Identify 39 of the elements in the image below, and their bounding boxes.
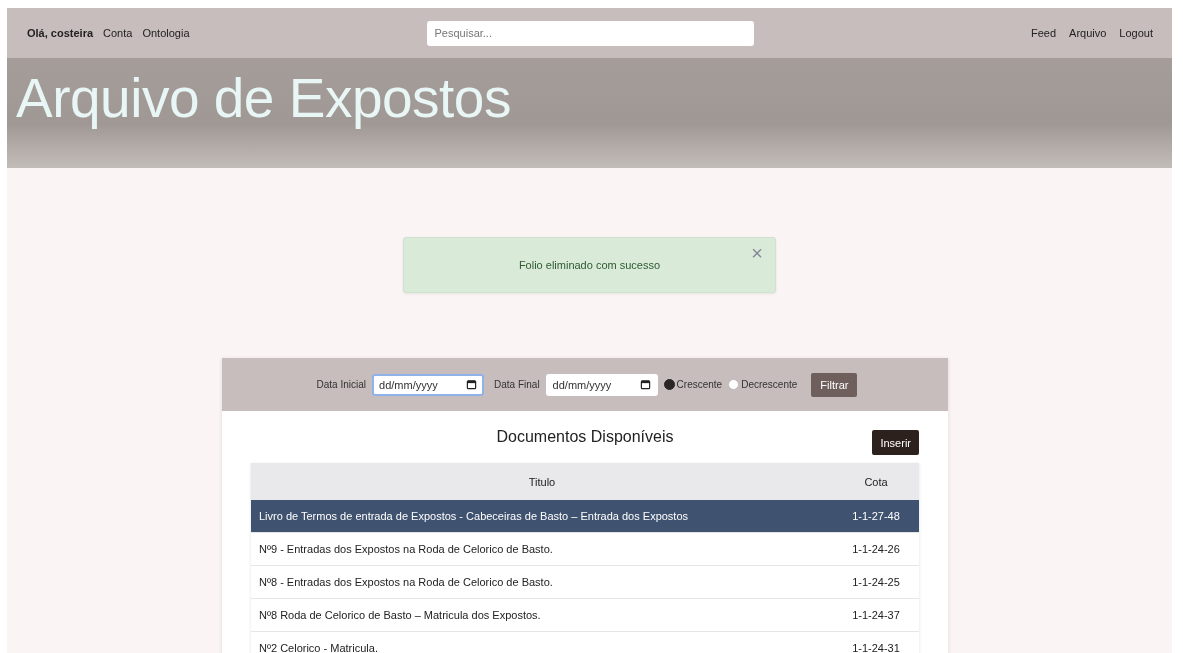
calendar-icon[interactable] [466, 379, 478, 390]
table-cell: 1-1-24-25 [833, 565, 919, 599]
field-label: Data Inicial [316, 379, 367, 390]
nav-link[interactable]: Conta [103, 27, 133, 39]
filter-button[interactable]: Filtrar [811, 372, 858, 397]
table-cell: Nº9 - Entradas dos Expostos na Roda de Celorico de Basto. [251, 532, 833, 566]
radio-button[interactable] [728, 379, 740, 390]
column-header: Titulo [251, 463, 833, 500]
nav-link[interactable]: Feed [1030, 27, 1057, 39]
table-row[interactable]: Nº8 - Entradas dos Expostos na Roda de Celorico de Basto. 1-1-24-25 [251, 565, 919, 599]
nav-link[interactable]: Ontologia [142, 27, 190, 39]
date-field[interactable]: dd/mm/yyyy [545, 373, 658, 396]
page-title: Arquivo de Expostos [15, 66, 511, 131]
calendar-icon[interactable] [639, 379, 651, 390]
table-row[interactable]: Livro de Termos de entrada de Expostos - Cabeceiras de Basto – Entrada dos Expostos 1-1-27-48 [251, 500, 919, 533]
date-field[interactable]: dd/mm/yyyy [372, 373, 485, 396]
radio-label[interactable]: Crescente [676, 379, 723, 390]
table-row[interactable]: Nº2 Celorico - Matricula. 1-1-24-31 [251, 631, 919, 653]
greeting-link[interactable]: Olá, costeira [27, 27, 94, 39]
table-row[interactable]: Nº8 Roda de Celorico de Basto – Matricula dos Expostos. 1-1-24-37 [251, 598, 919, 632]
field-label: Data Final [494, 379, 540, 390]
section-title: Documentos Disponíveis [496, 428, 674, 446]
table-cell: Nº8 - Entradas dos Expostos na Roda de Celorico de Basto. [251, 565, 833, 599]
table-cell: Nº8 Roda de Celorico de Basto – Matricula dos Expostos. [251, 598, 833, 632]
table-cell: 1-1-27-48 [833, 500, 919, 533]
radio-button[interactable] [663, 379, 675, 390]
table-row[interactable]: Nº9 - Entradas dos Expostos na Roda de Celorico de Basto. 1-1-24-26 [251, 532, 919, 566]
table-cell: 1-1-24-31 [833, 631, 919, 653]
insert-button[interactable]: Inserir [872, 430, 919, 455]
table-cell: Nº2 Celorico - Matricula. [251, 631, 833, 653]
table-cell: 1-1-24-37 [833, 598, 919, 632]
radio-label[interactable]: Decrescente [741, 379, 798, 390]
nav-link[interactable]: Logout [1119, 27, 1153, 39]
column-header: Cota [833, 463, 919, 500]
nav-link[interactable]: Arquivo [1069, 27, 1107, 39]
alert-message: Folio eliminado com sucesso [518, 259, 661, 271]
table-cell: 1-1-24-26 [833, 532, 919, 566]
search-field[interactable]: Pesquisar... [426, 20, 754, 46]
table-cell: Livro de Termos de entrada de Expostos - Cabeceiras de Basto – Entrada dos Expostos [251, 500, 833, 533]
